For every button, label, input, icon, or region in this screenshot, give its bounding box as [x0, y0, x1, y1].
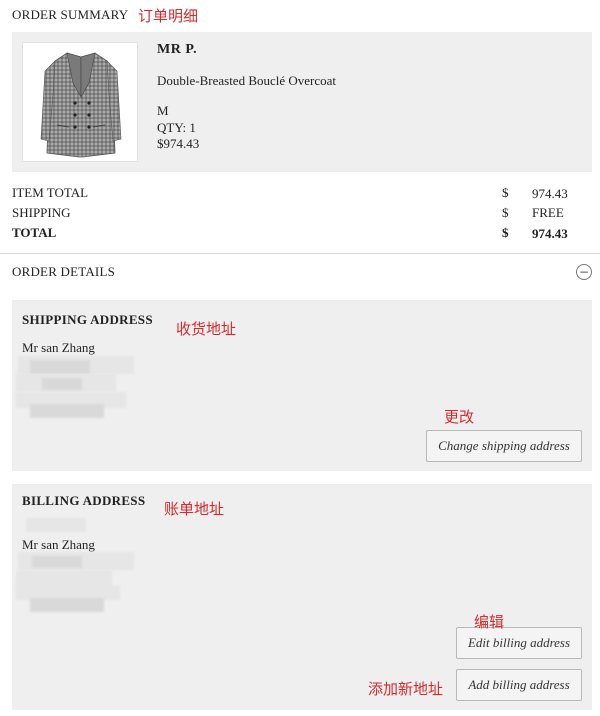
collapse-icon[interactable]: −	[576, 264, 592, 280]
billing-address-panel: BILLING ADDRESS Mr san Zhang Edit billin…	[12, 484, 592, 710]
shipping-address-annotation: 收货地址	[176, 320, 237, 338]
shipping-address-title: SHIPPING ADDRESS	[22, 312, 153, 327]
add-annotation: 添加新地址	[368, 680, 444, 698]
total-currency: $	[502, 225, 509, 240]
shipping-value: FREE	[532, 205, 564, 220]
item-total-currency: $	[502, 185, 509, 200]
shipping-address-panel: SHIPPING ADDRESS Mr san Zhang Change shi…	[12, 300, 592, 471]
order-details-heading: ORDER DETAILS	[12, 264, 116, 279]
product-size: M	[157, 103, 169, 118]
shipping-address-name: Mr san Zhang	[22, 340, 95, 355]
item-total-value: 974.43	[532, 186, 568, 201]
product-brand[interactable]: MR P.	[157, 42, 197, 58]
billing-redacted-top	[26, 518, 86, 532]
billing-address-name: Mr san Zhang	[22, 537, 95, 552]
product-name[interactable]: Double-Breasted Bouclé Overcoat	[157, 73, 336, 89]
product-qty: QTY: 1	[157, 120, 196, 135]
product-panel: MR P. Double-Breasted Bouclé Overcoat M …	[12, 32, 592, 172]
coat-image	[40, 52, 122, 158]
change-shipping-address-button[interactable]: Change shipping address	[426, 430, 582, 462]
shipping-currency: $	[502, 205, 509, 220]
shipping-label: SHIPPING	[12, 205, 71, 220]
total-label: TOTAL	[12, 225, 57, 240]
divider	[0, 253, 600, 254]
billing-address-annotation: 账单地址	[164, 500, 225, 518]
order-summary-heading: ORDER SUMMARY	[12, 7, 129, 22]
product-image[interactable]	[22, 42, 138, 162]
change-annotation: 更改	[444, 408, 475, 426]
order-summary-annotation: 订单明细	[138, 7, 199, 25]
billing-address-title: BILLING ADDRESS	[22, 493, 146, 508]
add-billing-address-button[interactable]: Add billing address	[456, 669, 582, 701]
edit-annotation: 编辑	[474, 613, 505, 631]
product-price: $974.43	[157, 136, 200, 151]
item-total-label: ITEM TOTAL	[12, 185, 89, 200]
total-value: 974.43	[532, 226, 568, 241]
